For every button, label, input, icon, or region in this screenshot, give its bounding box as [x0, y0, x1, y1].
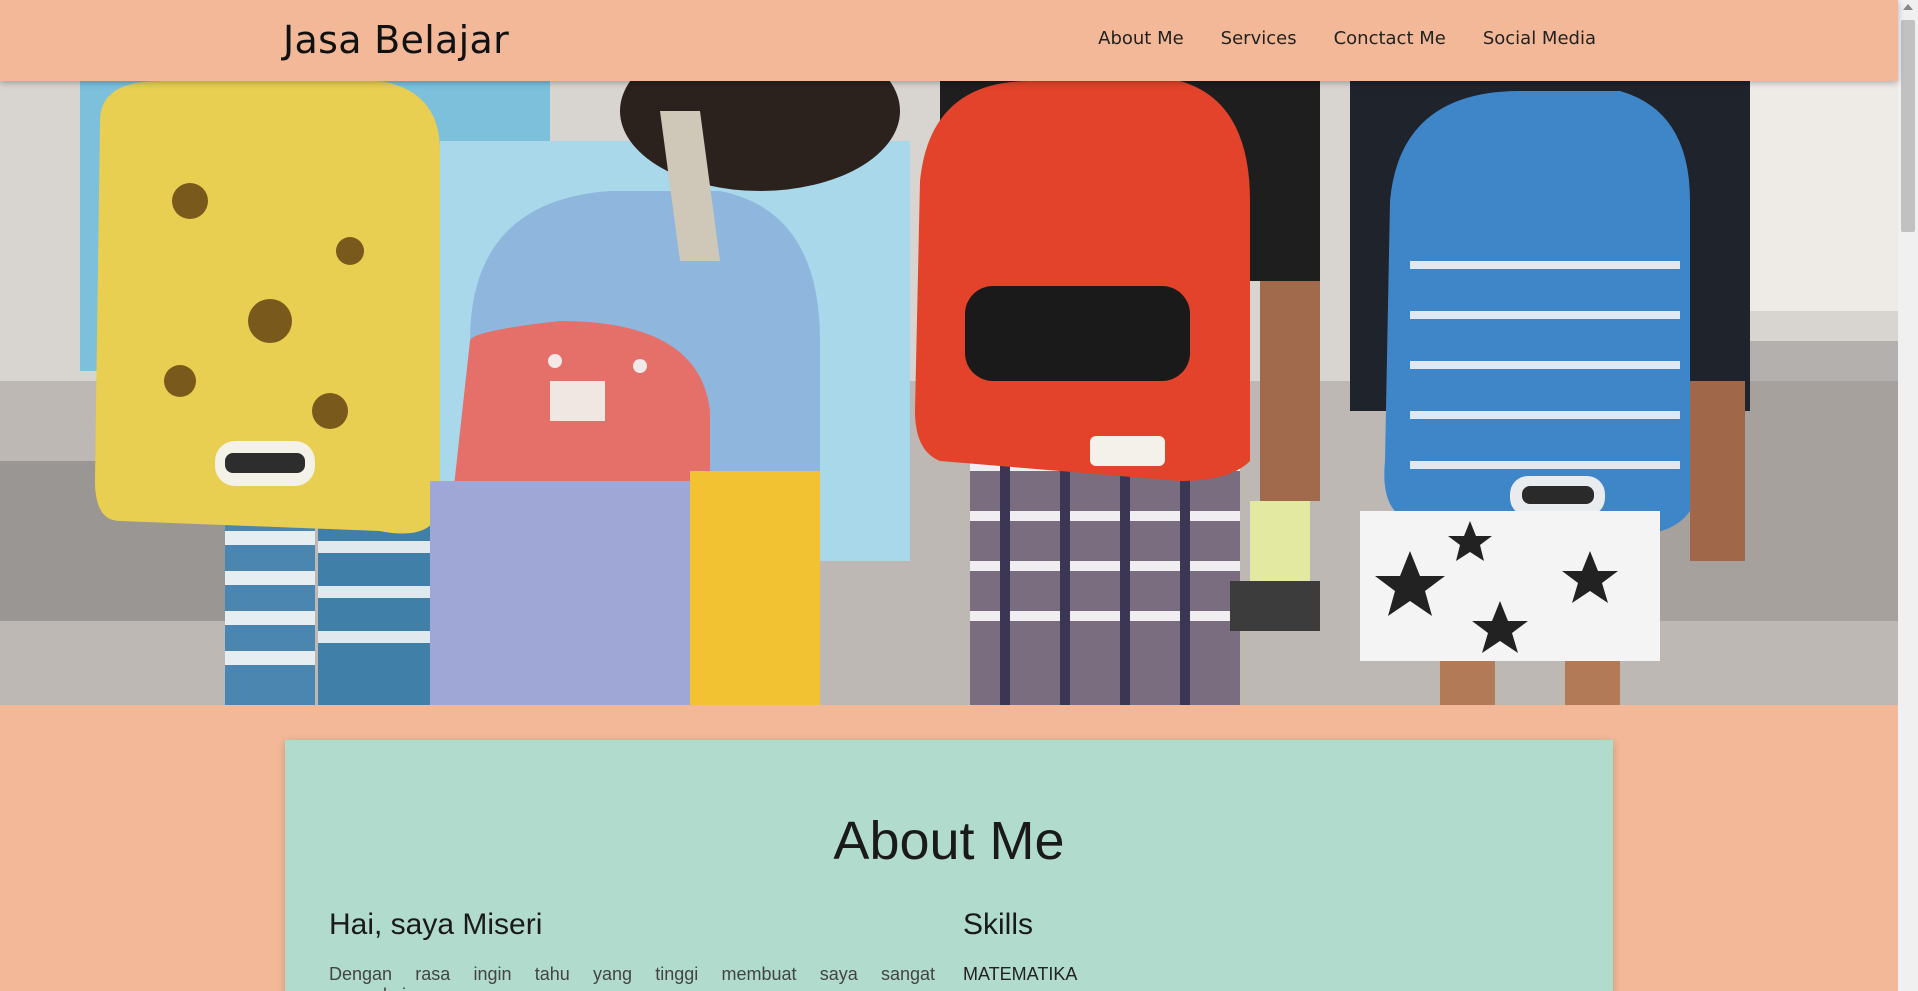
intro-column: Hai, saya Miseri Dengan rasa ingin tahu … — [329, 908, 935, 991]
nav-links: About Me Services Conctact Me Social Med… — [1098, 28, 1596, 49]
about-title: About Me — [833, 811, 1065, 871]
hero-illustration — [0, 81, 1898, 705]
about-card: About Me Hai, saya Miseri Dengan rasa in… — [285, 740, 1613, 991]
skills-column: Skills MATEMATIKA — [963, 908, 1563, 985]
brand-logo[interactable]: Jasa Belajar — [283, 18, 509, 62]
hero-image — [0, 81, 1898, 705]
nav-link-contact-me[interactable]: Conctact Me — [1334, 28, 1446, 49]
nav-link-services[interactable]: Services — [1221, 28, 1297, 49]
page: Jasa Belajar About Me Services Conctact … — [0, 0, 1918, 991]
intro-text: Dengan rasa ingin tahu yang tinggi membu… — [329, 964, 935, 991]
nav-link-about-me[interactable]: About Me — [1098, 28, 1184, 49]
skills-heading: Skills — [963, 908, 1034, 941]
vertical-scrollbar[interactable] — [1898, 0, 1918, 991]
skill-item: MATEMATIKA — [963, 964, 1078, 984]
navbar: Jasa Belajar About Me Services Conctact … — [0, 0, 1898, 81]
scrollbar-thumb[interactable] — [1901, 20, 1915, 232]
intro-heading: Hai, saya Miseri — [329, 908, 543, 941]
nav-link-social-media[interactable]: Social Media — [1483, 28, 1596, 49]
scroll-up-arrow-icon[interactable] — [1903, 4, 1913, 10]
